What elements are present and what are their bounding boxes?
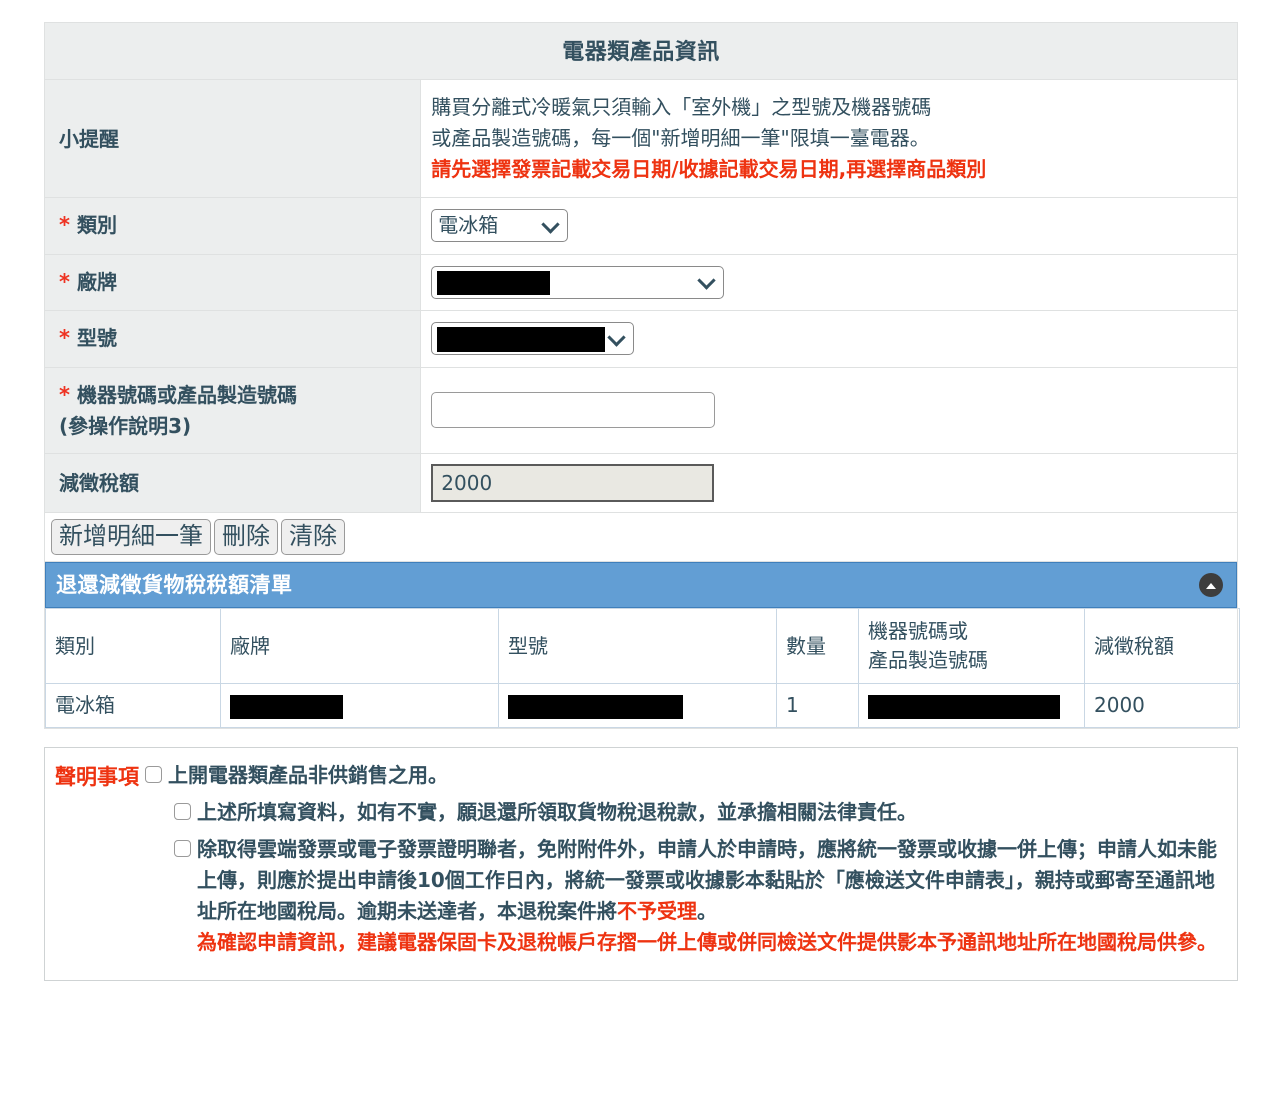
hint-line-1: 購買分離式冷暖氣只須輸入「室外機」之型號及機器號碼 bbox=[431, 95, 932, 119]
redaction-bar-model bbox=[437, 327, 606, 353]
redaction-bar-brand bbox=[437, 270, 551, 295]
table-header-row: 類別 廠牌 型號 數量 機器號碼或 產品製造號碼 減徵稅額 bbox=[45, 608, 1240, 685]
redaction-bar-serial-cell bbox=[868, 694, 1060, 719]
category-select-wrap: 電冰箱 bbox=[431, 209, 569, 243]
redaction-bar-model-cell bbox=[508, 694, 683, 719]
serial-label-text: 機器號碼或產品製造號碼 bbox=[76, 382, 297, 407]
tax-row: 減徵稅額 bbox=[43, 453, 1238, 513]
declaration-item-2: 上述所填寫資料，如有不實，願退還所領取貨物稅退稅款，並承擔相關法律責任。 bbox=[55, 797, 1223, 828]
declaration-text-3-highlight: 不予受理 bbox=[617, 899, 697, 924]
col-header-model: 型號 bbox=[498, 608, 777, 685]
required-asterisk-brand: * bbox=[59, 269, 70, 294]
tax-label: 減徵稅額 bbox=[43, 453, 422, 513]
panel-row: 退還減徵貨物稅稅額清單 類別 廠牌 型號 數量 機器號碼或 產品製造號碼 減徵稅… bbox=[44, 561, 1240, 730]
action-buttons-row: 新增明細一筆 刪除 清除 bbox=[44, 511, 1238, 563]
declaration-box: 聲明事項 上開電器類產品非供銷售之用。 上述所填寫資料，如有不實，願退還所領取貨… bbox=[44, 747, 1238, 982]
declaration-text-3: 除取得雲端發票或電子發票證明聯者，免附附件外，申請人於申請時，應將統一發票或收據… bbox=[197, 834, 1223, 958]
brand-value-cell bbox=[420, 253, 1238, 311]
category-row: * 類別 電冰箱 bbox=[43, 197, 1238, 255]
hint-content: 購買分離式冷暖氣只須輸入「室外機」之型號及機器號碼 或產品製造號碼，每一個"新增… bbox=[420, 79, 1238, 198]
serial-input[interactable] bbox=[431, 392, 716, 429]
cell-brand bbox=[220, 683, 499, 729]
model-value-cell bbox=[420, 310, 1238, 368]
required-asterisk-serial: * bbox=[59, 382, 70, 407]
model-select-wrap bbox=[431, 322, 635, 356]
redaction-bar-brand-cell bbox=[230, 694, 343, 719]
serial-value-cell bbox=[420, 366, 1238, 454]
required-asterisk-model: * bbox=[59, 326, 70, 350]
col-header-qty: 數量 bbox=[776, 608, 859, 685]
cell-serial bbox=[858, 683, 1085, 729]
hint-line-2: 或產品製造號碼，每一個"新增明細一筆"限填一臺電器。 bbox=[431, 126, 930, 150]
cell-qty: 1 bbox=[776, 683, 859, 729]
brand-row: * 廠牌 bbox=[43, 253, 1238, 311]
col-header-serial-line2: 產品製造號碼 bbox=[868, 648, 988, 673]
refund-list-title: 退還減徵貨物稅稅額清單 bbox=[56, 573, 293, 598]
model-label-text: 型號 bbox=[76, 326, 117, 350]
col-header-serial: 機器號碼或 產品製造號碼 bbox=[858, 608, 1085, 685]
col-header-serial-line1: 機器號碼或 bbox=[868, 619, 968, 644]
declaration-text-3-part2: 。 bbox=[697, 899, 717, 924]
hint-row: 小提醒 購買分離式冷暖氣只須輸入「室外機」之型號及機器號碼 或產品製造號碼，每一… bbox=[43, 79, 1238, 198]
hint-label: 小提醒 bbox=[43, 79, 422, 198]
delete-button[interactable]: 刪除 bbox=[214, 519, 278, 556]
electrical-product-form-page: 電器類產品資訊 小提醒 購買分離式冷暖氣只須輸入「室外機」之型號及機器號碼 或產… bbox=[0, 0, 1280, 1110]
declaration-title: 聲明事項 bbox=[55, 765, 139, 790]
serial-label-subtext: (參操作說明3) bbox=[59, 414, 192, 438]
table-title-row: 電器類產品資訊 bbox=[44, 22, 1238, 80]
col-header-category: 類別 bbox=[45, 608, 221, 685]
declaration-checkbox-2[interactable] bbox=[174, 803, 191, 821]
serial-row: * 機器號碼或產品製造號碼 (參操作說明3) bbox=[43, 366, 1238, 454]
refund-list-panel: 退還減徵貨物稅稅額清單 類別 廠牌 型號 數量 機器號碼或 產品製造號碼 減徵稅… bbox=[44, 561, 1240, 730]
declaration-text-2: 上述所填寫資料，如有不實，願退還所領取貨物稅退稅款，並承擔相關法律責任。 bbox=[197, 800, 917, 825]
cell-model bbox=[498, 683, 777, 729]
table-row: 電冰箱 1 2000 bbox=[45, 683, 1240, 729]
declaration-checkbox-3[interactable] bbox=[174, 840, 191, 858]
declaration-item-1: 聲明事項 上開電器類產品非供銷售之用。 bbox=[55, 760, 1223, 791]
col-header-brand: 廠牌 bbox=[220, 608, 499, 685]
cell-tax: 2000 bbox=[1084, 683, 1240, 729]
category-label-text: 類別 bbox=[76, 213, 117, 237]
model-label: * 型號 bbox=[43, 310, 422, 368]
col-header-tax: 減徵稅額 bbox=[1084, 608, 1240, 685]
declaration-checkbox-1[interactable] bbox=[145, 766, 162, 784]
refund-list-table: 類別 廠牌 型號 數量 機器號碼或 產品製造號碼 減徵稅額 電冰箱 1 2000 bbox=[45, 608, 1240, 729]
model-row: * 型號 bbox=[43, 310, 1238, 368]
chevron-up-circle-icon[interactable] bbox=[1199, 573, 1223, 598]
tax-value-cell bbox=[420, 453, 1238, 513]
tax-amount-input[interactable] bbox=[431, 464, 715, 502]
brand-select-wrap bbox=[431, 265, 725, 299]
add-detail-button[interactable]: 新增明細一筆 bbox=[51, 519, 211, 556]
action-buttons-cell: 新增明細一筆 刪除 清除 bbox=[44, 511, 1238, 563]
brand-label-text: 廠牌 bbox=[76, 269, 117, 294]
required-asterisk-category: * bbox=[59, 213, 70, 237]
product-info-table: 電器類產品資訊 小提醒 購買分離式冷暖氣只須輸入「室外機」之型號及機器號碼 或產… bbox=[43, 22, 1240, 730]
hint-warning: 請先選擇發票記載交易日期/收據記載交易日期,再選擇商品類別 bbox=[431, 157, 987, 181]
serial-label: * 機器號碼或產品製造號碼 (參操作說明3) bbox=[43, 366, 422, 454]
clear-button[interactable]: 清除 bbox=[281, 519, 345, 556]
cell-category: 電冰箱 bbox=[45, 683, 221, 729]
category-label: * 類別 bbox=[43, 197, 422, 255]
declaration-item-3: 除取得雲端發票或電子發票證明聯者，免附附件外，申請人於申請時，應將統一發票或收據… bbox=[55, 834, 1223, 958]
declaration-text-1: 上開電器類產品非供銷售之用。 bbox=[168, 763, 448, 788]
page-title: 電器類產品資訊 bbox=[44, 22, 1238, 80]
refund-list-header: 退還減徵貨物稅稅額清單 bbox=[45, 562, 1237, 609]
brand-label: * 廠牌 bbox=[43, 253, 422, 311]
declaration-text-3-note: 為確認申請資訊，建議電器保固卡及退稅帳戶存摺一併上傳或併同檢送文件提供影本予通訊… bbox=[197, 930, 1217, 955]
category-select[interactable]: 電冰箱 bbox=[431, 209, 569, 243]
category-value-cell: 電冰箱 bbox=[420, 197, 1238, 255]
